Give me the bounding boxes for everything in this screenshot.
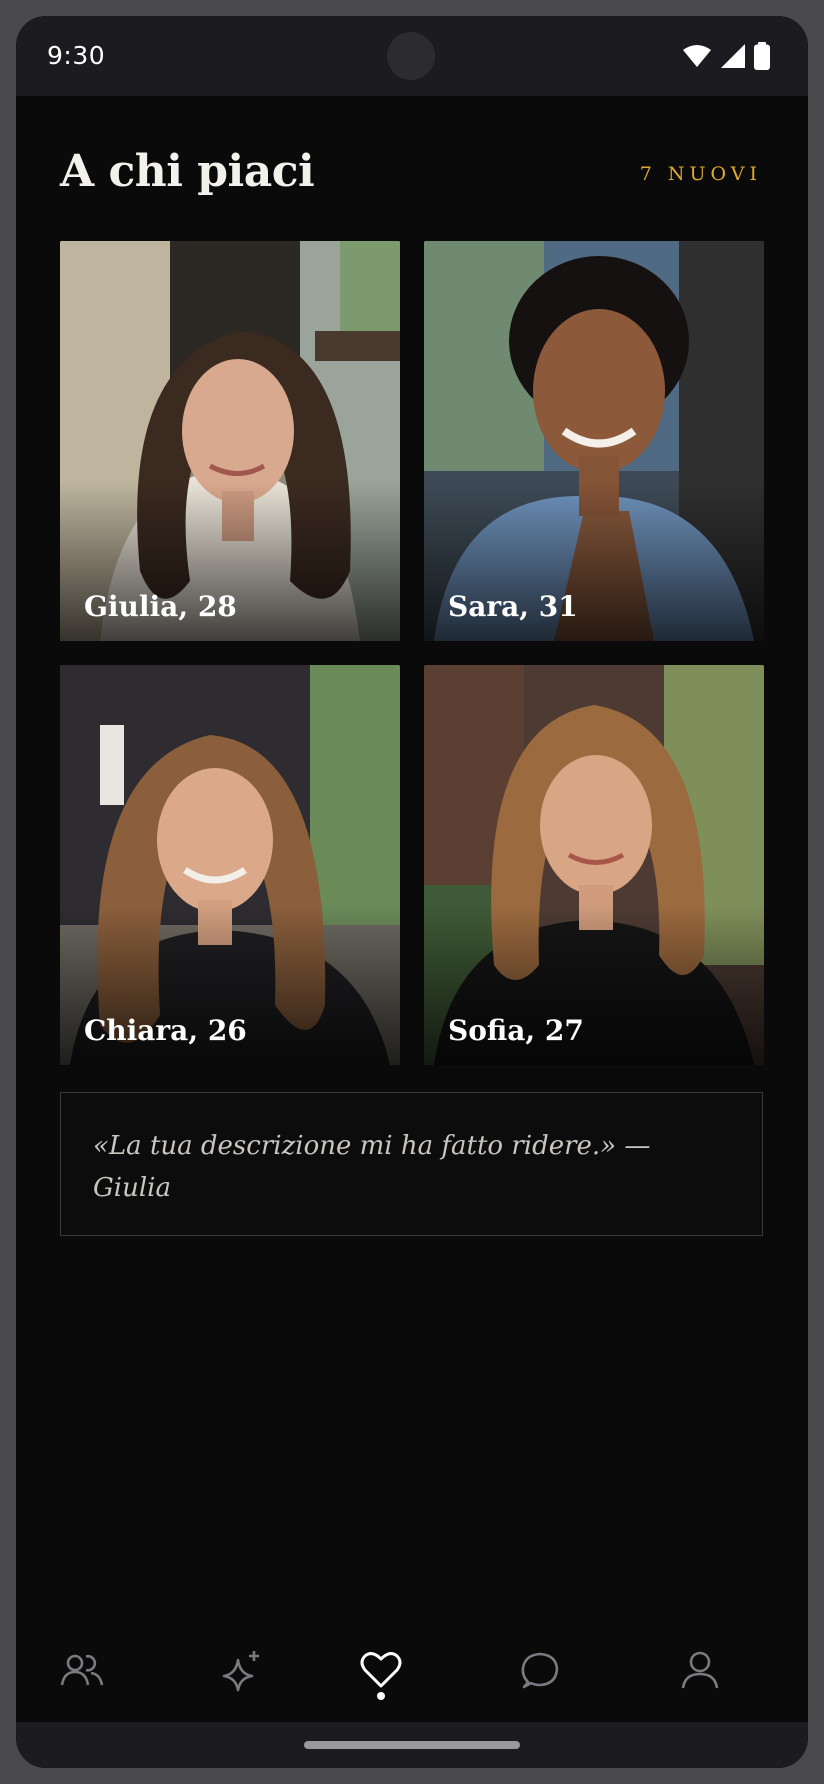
status-time: 9:30 [47,41,106,70]
profile-name: Giulia, 28 [84,590,237,623]
nav-people[interactable] [52,1640,112,1700]
screen: 9:30 A chi piaci 7 NUOVI Giulia, 28 Sara… [16,16,808,1768]
signal-icon [721,44,745,68]
page-title: A chi piaci [60,146,315,197]
bottom-nav [16,1620,808,1730]
profile-card[interactable]: Sofia, 27 [424,665,764,1065]
battery-icon [754,42,770,70]
profile-card[interactable]: Giulia, 28 [60,241,400,641]
camera-cutout [387,32,435,80]
profile-card[interactable]: Chiara, 26 [60,665,400,1065]
status-bar: 9:30 [16,16,808,96]
likes-screen: A chi piaci 7 NUOVI Giulia, 28 Sara, 31 … [16,96,808,1636]
heart-icon [360,1652,402,1688]
system-nav-area [16,1722,808,1768]
quote-text: «La tua descrizione mi ha fatto ridere.»… [93,1131,651,1203]
quote-card[interactable]: «La tua descrizione mi ha fatto ridere.»… [60,1092,763,1236]
wifi-icon [683,45,711,67]
active-indicator [377,1692,385,1700]
sparkle-icon [222,1651,259,1692]
profile-card[interactable]: Sara, 31 [424,241,764,641]
profile-name: Sofia, 27 [448,1014,584,1047]
status-icons [682,42,770,70]
device-frame: 9:30 A chi piaci 7 NUOVI Giulia, 28 Sara… [0,0,824,1784]
nav-chat[interactable] [510,1640,570,1700]
nav-likes[interactable] [351,1640,411,1700]
chat-icon [521,1652,559,1689]
profile-icon [681,1651,719,1689]
nav-profile[interactable] [670,1640,730,1700]
new-likes-badge[interactable]: 7 NUOVI [640,163,762,185]
profile-name: Sara, 31 [448,590,578,623]
home-gesture-bar[interactable] [304,1741,520,1749]
people-icon [60,1654,104,1686]
profile-name: Chiara, 26 [84,1014,247,1047]
nav-discover[interactable] [212,1640,272,1700]
